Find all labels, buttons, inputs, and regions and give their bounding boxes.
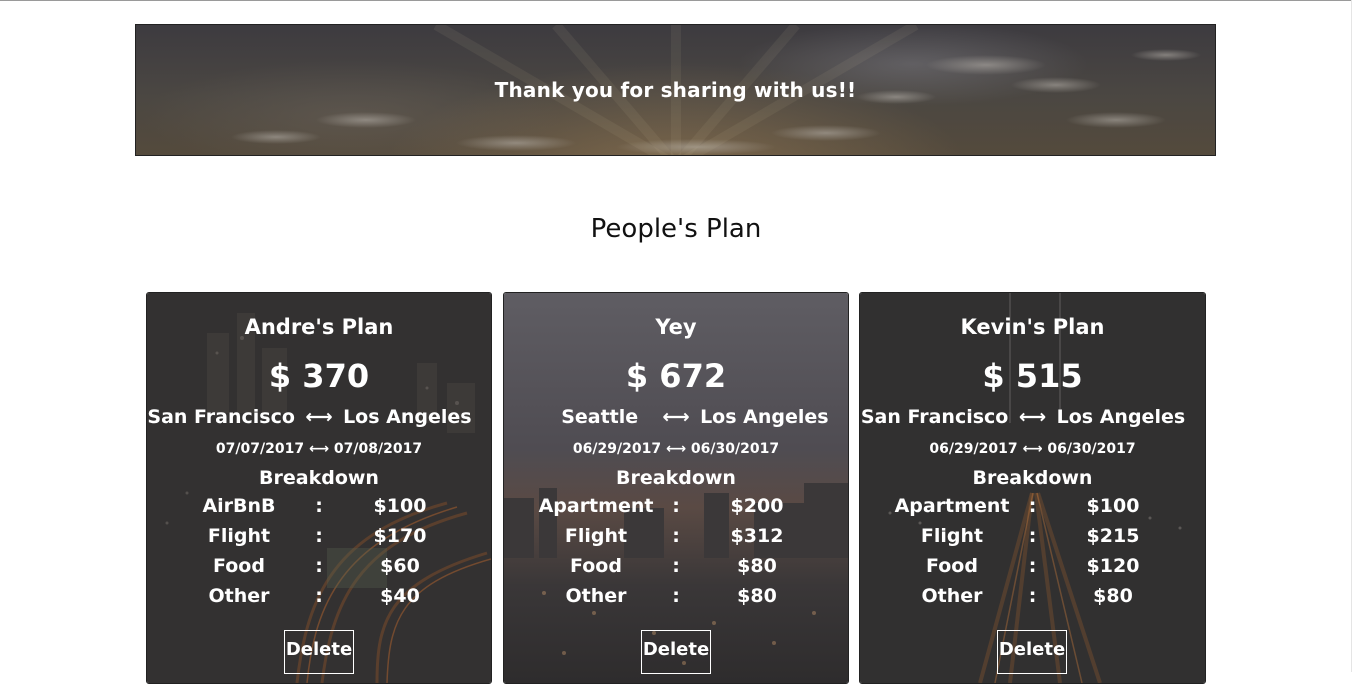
start-date: 06/29/2017 <box>572 441 662 457</box>
thank-you-banner: Thank you for sharing with us!! <box>135 24 1216 156</box>
breakdown-value: $100 <box>373 495 427 517</box>
breakdown-row: Other : $80 <box>504 585 848 615</box>
plan-card: Kevin's Plan $ 515 San Francisco ⟷ Los A… <box>859 292 1206 684</box>
breakdown-value: $80 <box>1093 585 1133 607</box>
breakdown-row: Flight : $215 <box>860 525 1205 555</box>
breakdown-value: $60 <box>380 555 420 577</box>
breakdown-row: Food : $80 <box>504 555 848 585</box>
section-title: People's Plan <box>590 214 762 244</box>
breakdown-row: Flight : $170 <box>147 525 491 555</box>
plan-total: $ 672 <box>625 357 727 395</box>
breakdown-row: Food : $120 <box>860 555 1205 585</box>
end-date: 06/30/2017 <box>1047 441 1136 457</box>
plan-card: Yey $ 672 Seattle ⟷ Los Angeles 06/29/20… <box>503 292 849 684</box>
end-date: 06/30/2017 <box>690 441 780 457</box>
start-date: 06/29/2017 <box>929 441 1018 457</box>
plan-route: Seattle ⟷ Los Angeles <box>504 406 848 432</box>
breakdown-heading: Breakdown <box>259 467 379 489</box>
left-right-arrow-icon: ⟷ <box>1022 441 1043 457</box>
breakdown-value: $80 <box>737 555 777 577</box>
plan-total: $ 370 <box>268 357 370 395</box>
breakdown-row: Apartment : $100 <box>860 495 1205 525</box>
breakdown-value: $100 <box>1086 495 1140 517</box>
delete-button[interactable]: Delete <box>284 630 354 674</box>
breakdown-row: Apartment : $200 <box>504 495 848 525</box>
breakdown-value: $40 <box>380 585 420 607</box>
breakdown-value: $215 <box>1086 525 1140 547</box>
plan-dates: 06/29/2017 ⟷ 06/30/2017 <box>504 441 848 457</box>
breakdown-heading: Breakdown <box>616 467 736 489</box>
plan-dates: 06/29/2017 ⟷ 06/30/2017 <box>860 441 1205 457</box>
plan-dates: 07/07/2017 ⟷ 07/08/2017 <box>147 441 491 457</box>
route-destination: Los Angeles <box>1056 406 1186 428</box>
top-border <box>0 0 1352 1</box>
route-destination: Los Angeles <box>343 406 472 428</box>
delete-button[interactable]: Delete <box>997 630 1067 674</box>
breakdown-value: $200 <box>730 495 784 517</box>
end-date: 07/08/2017 <box>333 441 423 457</box>
left-right-arrow-icon: ⟷ <box>665 441 687 457</box>
plan-total: $ 515 <box>982 357 1083 395</box>
plan-title: Andre's Plan <box>244 315 394 339</box>
plan-route: San Francisco ⟷ Los Angeles <box>147 406 491 432</box>
breakdown-value: $120 <box>1086 555 1140 577</box>
delete-button[interactable]: Delete <box>641 630 711 674</box>
breakdown-row: Other : $80 <box>860 585 1205 615</box>
breakdown-row: Other : $40 <box>147 585 491 615</box>
breakdown-heading: Breakdown <box>972 467 1093 489</box>
breakdown-value: $170 <box>373 525 427 547</box>
start-date: 07/07/2017 <box>215 441 305 457</box>
breakdown-value: $312 <box>730 525 784 547</box>
breakdown-value: $80 <box>737 585 777 607</box>
banner-message: Thank you for sharing with us!! <box>494 78 857 102</box>
breakdown-row: Food : $60 <box>147 555 491 585</box>
left-right-arrow-icon: ⟷ <box>308 441 330 457</box>
plan-card: Andre's Plan $ 370 San Francisco ⟷ Los A… <box>146 292 492 684</box>
plan-title: Kevin's Plan <box>960 315 1105 339</box>
plan-route: San Francisco ⟷ Los Angeles <box>860 406 1205 432</box>
route-destination: Los Angeles <box>700 406 829 428</box>
plan-title: Yey <box>655 315 697 339</box>
breakdown-row: Flight : $312 <box>504 525 848 555</box>
breakdown-row: AirBnB : $100 <box>147 495 491 525</box>
